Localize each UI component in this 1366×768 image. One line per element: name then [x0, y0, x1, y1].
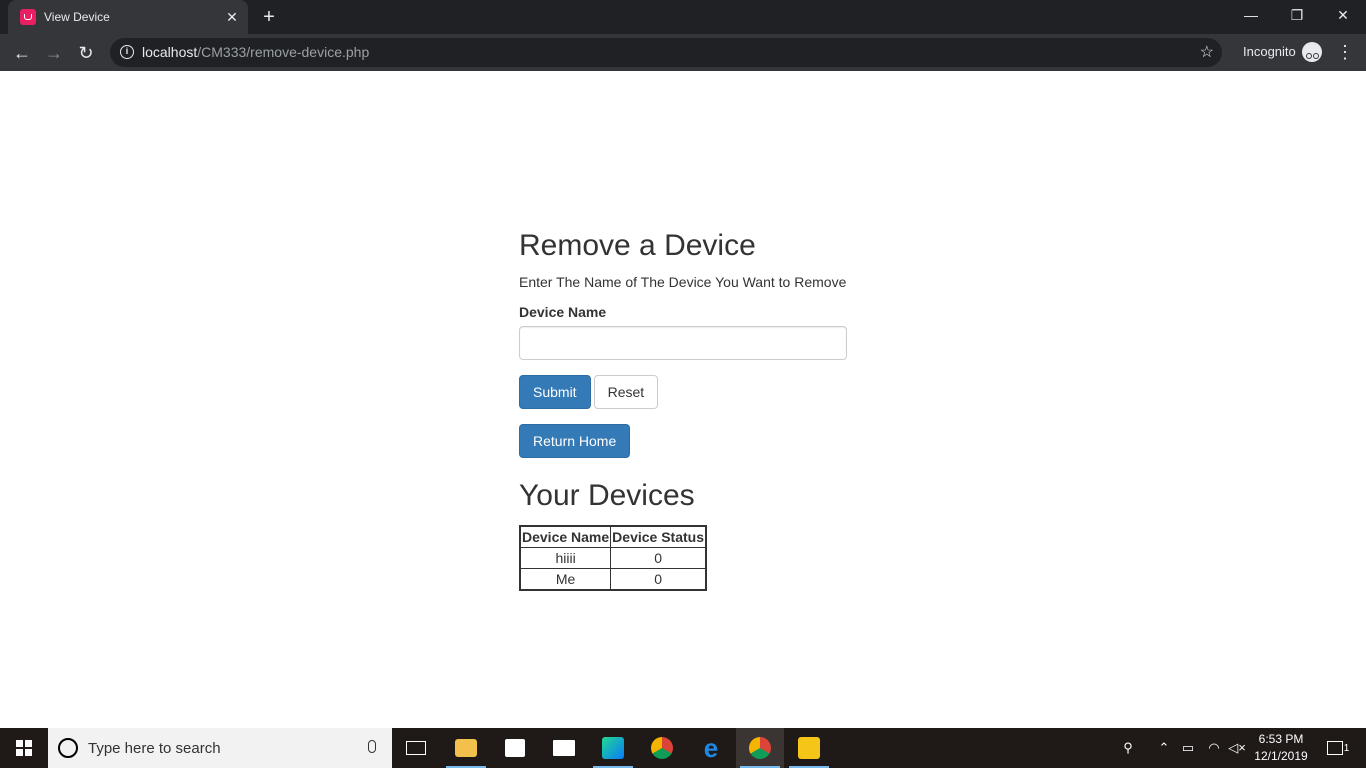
- taskbar-search-box[interactable]: Type here to search: [48, 728, 392, 768]
- device-name-cell: Me: [519, 568, 612, 590]
- url-path: /CM333/remove-device.php: [197, 44, 370, 60]
- mail-icon[interactable]: [540, 728, 588, 768]
- bookmark-star-icon[interactable]: ☆: [1200, 42, 1214, 62]
- start-button[interactable]: [0, 728, 48, 768]
- action-center-icon[interactable]: 1: [1318, 728, 1358, 768]
- webstorm-icon[interactable]: [589, 728, 637, 768]
- task-view-icon[interactable]: [392, 728, 440, 768]
- page-viewport: Remove a Device Enter The Name of The De…: [0, 71, 1366, 728]
- battery-icon[interactable]: ▭: [1178, 728, 1198, 768]
- reset-button[interactable]: Reset: [593, 375, 659, 409]
- devices-table: Device Name Device Status hiiii 0 Me 0: [519, 525, 707, 591]
- page-title: Remove a Device: [519, 229, 756, 262]
- notification-count: 1: [1343, 742, 1350, 754]
- incognito-icon[interactable]: [1302, 42, 1322, 62]
- chrome-icon[interactable]: [638, 728, 686, 768]
- volume-muted-icon[interactable]: ◁×: [1226, 728, 1248, 768]
- address-bar[interactable]: i localhost/CM333/remove-device.php ☆: [110, 38, 1222, 67]
- tab-bar: View Device ✕ + — ❐ ✕: [0, 0, 1366, 34]
- site-favicon-icon: [20, 9, 36, 25]
- xampp-icon[interactable]: [785, 728, 833, 768]
- browser-tab[interactable]: View Device ✕: [8, 0, 248, 34]
- reload-icon[interactable]: ↻: [72, 39, 100, 67]
- wifi-icon[interactable]: ◠: [1202, 728, 1226, 768]
- taskbar: Type here to search e ⚲ ⌃ ▭ ◠ ◁× 6:53 PM…: [0, 728, 1366, 768]
- minimize-button[interactable]: —: [1228, 0, 1274, 30]
- site-info-icon[interactable]: i: [120, 45, 134, 59]
- close-window-button[interactable]: ✕: [1320, 0, 1366, 30]
- submit-button[interactable]: Submit: [519, 375, 591, 409]
- device-name-input[interactable]: [519, 326, 847, 360]
- device-status-cell: 0: [610, 568, 707, 590]
- forward-icon[interactable]: →: [40, 39, 68, 67]
- url-text[interactable]: localhost/CM333/remove-device.php: [142, 44, 369, 60]
- back-icon[interactable]: ←: [8, 39, 36, 67]
- cortana-icon: [58, 738, 78, 758]
- column-header-device-name: Device Name: [519, 525, 612, 548]
- new-tab-button[interactable]: +: [258, 6, 280, 28]
- browser-menu-icon[interactable]: ⋮: [1336, 41, 1354, 63]
- show-hidden-icons-icon[interactable]: ⌃: [1154, 728, 1174, 768]
- column-header-device-status: Device Status: [610, 525, 707, 548]
- table-header-row: Device Name Device Status: [519, 525, 707, 548]
- search-placeholder: Type here to search: [88, 740, 221, 757]
- system-clock[interactable]: 6:53 PM 12/1/2019: [1250, 731, 1312, 765]
- device-name-cell: hiiii: [519, 547, 612, 569]
- devices-heading: Your Devices: [519, 479, 695, 512]
- table-row: hiiii 0: [519, 547, 707, 569]
- device-name-label: Device Name: [519, 304, 607, 320]
- browser-toolbar: ← → ↻ i localhost/CM333/remove-device.ph…: [0, 34, 1366, 71]
- microphone-icon[interactable]: [368, 740, 376, 753]
- tab-close-icon[interactable]: ✕: [224, 9, 240, 25]
- restore-button[interactable]: ❐: [1274, 0, 1320, 30]
- store-icon[interactable]: [491, 728, 539, 768]
- chrome-active-icon[interactable]: [736, 728, 784, 768]
- url-host: localhost: [142, 44, 198, 60]
- tab-title: View Device: [44, 10, 110, 24]
- windows-logo-icon: [16, 740, 32, 756]
- edge-icon[interactable]: e: [687, 728, 735, 768]
- return-home-button[interactable]: Return Home: [519, 424, 631, 458]
- file-explorer-icon[interactable]: [442, 728, 490, 768]
- incognito-label: Incognito: [1243, 44, 1296, 59]
- table-row: Me 0: [519, 568, 707, 590]
- form-instructions: Enter The Name of The Device You Want to…: [519, 274, 847, 290]
- clock-time: 6:53 PM: [1258, 732, 1304, 746]
- device-status-cell: 0: [610, 547, 707, 569]
- clock-date: 12/1/2019: [1254, 749, 1308, 763]
- remove-device-form: Remove a Device Enter The Name of The De…: [519, 226, 859, 591]
- people-icon[interactable]: ⚲: [1116, 728, 1140, 768]
- form-buttons: Submit Reset: [519, 375, 859, 409]
